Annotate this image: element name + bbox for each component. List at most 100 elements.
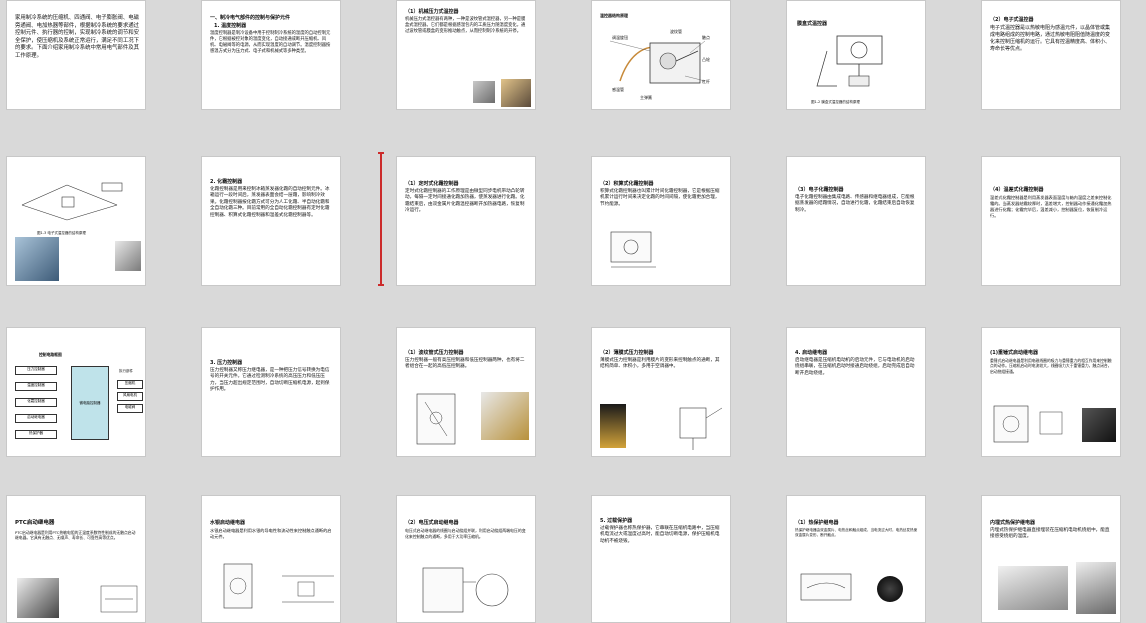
- slide-text: 压力控制器一般有高压控制器和低压控制器两种，也有将二者组合在一起的高低压控制器。: [405, 358, 525, 370]
- slide-thumbnail-20[interactable]: 水银启动继电器 水银启动继电器是利用水银的导电性和流动性来控制触点通断的启动元件…: [201, 495, 341, 623]
- slide-text: 启动继电器是压缩机电动机的启动元件，它与电动机的启动绕组串联，在压缩机启动时接通…: [795, 358, 915, 376]
- slide-thumbnail-15[interactable]: （1）波纹管式压力控制器 压力控制器一般有高压控制器和低压控制器两种，也有将二者…: [396, 327, 536, 457]
- slide-text: 电压式启动继电器的线圈与启动绕组并联，利用启动绕组两端电压的变化来控制触点的通断…: [405, 528, 526, 539]
- diagram-box: 压力控制器: [15, 366, 57, 375]
- slide-text: 过载保护器也称热保护器，它串联在压缩机电路中，当压缩机电流过大或温度过高时，能自…: [600, 526, 720, 544]
- diagram-box: 风扇电机: [117, 392, 143, 401]
- slide-text: 温度控制器是制冷设备中用于控制制冷系统的温度的自动控制元件，它根据被控对象的温度…: [210, 31, 331, 54]
- slide-title: （2）积算式化霜控制器: [600, 181, 654, 187]
- diagram-box: 温度控制器: [15, 382, 57, 391]
- slide-thumbnail-23[interactable]: （1）热保护继电器 热保护继电器由双金属片、电热丝和触点组成，当电流过大时，电热…: [786, 495, 926, 623]
- slide-thumbnail-1[interactable]: 家用制冷系统的压缩机、四通阀、电子膨胀阀、电磁旁通阀、电加热器等部件，根据制冷系…: [6, 0, 146, 110]
- slide-title: （2）薄膜式压力控制器: [600, 350, 654, 356]
- slide-title: 2. 化霜控制器: [210, 179, 243, 185]
- slide-text: 定时式化霜控制器的工作原理是由微型同步电机带动凸轮转动，每隔一定时间接通化霜加热…: [405, 189, 525, 214]
- slide-thumbnail-7[interactable]: 图1-3 电子式温控器的结构原理: [6, 156, 146, 286]
- slide-title: （4）温差式化霜控制器: [990, 187, 1044, 193]
- slide-title: 5. 过载保护器: [600, 518, 633, 524]
- slide-thumbnail-6[interactable]: （2）电子式温控器 电子式温控器是以热敏电阻为感温元件，以晶体管或集成电路组成的…: [981, 0, 1121, 110]
- slide-thumbnail-10[interactable]: （2）积算式化霜控制器 积算式化霜控制器也叫累计时间化霜控制器，它是根据压缩机累…: [591, 156, 731, 286]
- slide-thumbnail-11[interactable]: （3）电子化霜控制器 电子化霜控制器由集成电路、传感器和继电器组成，它能根据蒸发…: [786, 156, 926, 286]
- slide-text: PTC启动继电器是利用PTC热敏电阻的正温度系数特性制成的无触点启动继电器。它具…: [15, 530, 136, 541]
- slide-thumbnail-5[interactable]: 膜盒式温控器 图1-2 膜盒式温控器的结构原理: [786, 0, 926, 110]
- bellows-thermostat-diagram: [816, 35, 883, 87]
- relay-wiring-diagram: [282, 575, 334, 603]
- figure-caption: 图1-3 电子式温控器的结构原理: [37, 231, 86, 235]
- diagram-box: 启动继电器: [15, 414, 57, 423]
- slide-thumbnail-16[interactable]: （2）薄膜式压力控制器 薄膜式压力控制器是利用膜片的变形来控制触点的通断，其结构…: [591, 327, 731, 457]
- slide-title: PTC启动继电器: [15, 520, 55, 526]
- slide-text: 温差式化霜控制器是利用蒸发器表面温度与箱内温度之差来控制化霜的。当蒸发器结霜较厚…: [990, 195, 1112, 218]
- slide-title: 内埋式热保护继电器: [990, 520, 1036, 526]
- slide-title: （1）热保护继电器: [795, 520, 839, 526]
- slide-thumbnail-8[interactable]: 2. 化霜控制器 化霜控制器是用来控制冰箱蒸发器化霜的自动控制元件。冰箱运行一段…: [201, 156, 341, 286]
- diagram-box: 化霜控制器: [15, 398, 57, 407]
- slide-title: (1)重锤式启动继电器: [990, 350, 1039, 356]
- diagram-label: 感温管: [612, 86, 624, 92]
- electronic-thermostat-circuit: [21, 182, 123, 221]
- slide-thumbnail-17[interactable]: 4. 启动继电器 启动继电器是压缩机电动机的启动元件，它与电动机的启动绕组串联，…: [786, 327, 926, 457]
- mercury-relay-diagram: [223, 563, 253, 609]
- thermostat-photo: [501, 79, 531, 107]
- slide-title: 控制电路框图: [39, 352, 62, 357]
- slide-thumbnail-18[interactable]: (1)重锤式启动继电器 重锤式启动继电器是利用电磁线圈的吸力与重锤重力的相互作用…: [981, 327, 1121, 457]
- figure-caption: 图1-2 膜盒式温控器的结构原理: [811, 100, 860, 104]
- diagram-box: 压缩机: [117, 380, 143, 389]
- slide-thumbnail-21[interactable]: （2）电压式启动继电器 电压式启动继电器的线圈与启动绕组并联，利用启动绕组两端电…: [396, 495, 536, 623]
- ptc-circuit-diagram: [100, 585, 138, 613]
- diagram-label: 凸轮: [702, 56, 710, 62]
- slide-thumbnail-24[interactable]: 内埋式热保护继电器 内埋式热保护继电器直接埋装在压缩机电动机绕组中，能直接感受绕…: [981, 495, 1121, 623]
- diagram-label: 执行部件: [119, 369, 133, 373]
- slide-text: 重锤式启动继电器是利用电磁线圈的吸力与重锤重力的相互作用来控制触点的动作。压缩机…: [990, 358, 1112, 374]
- slide-text: 电子化霜控制器由集成电路、传感器和继电器组成，它能根据蒸发器的结霜情况，自动进行…: [795, 195, 915, 213]
- voltage-relay-diagram: [422, 567, 509, 613]
- pressure-switch-photo: [600, 404, 626, 448]
- slide-thumbnail-4[interactable]: 温控器结构原理 调温旋钮 波纹管 感温管 触点 主弹簧 凸轮 杠杆: [591, 0, 731, 110]
- embedded-protector-photo: [1076, 562, 1116, 614]
- slide-text: 机械压力式温控器有两种，一种是波纹管式温控器，另一种是膜盒式温控器。它们都是根据…: [405, 17, 526, 34]
- slide-thumbnail-3[interactable]: （1）机械压力式温控器 机械压力式温控器有两种，一种是波纹管式温控器，另一种是膜…: [396, 0, 536, 110]
- slide-title: （2）电子式温控器: [990, 17, 1034, 23]
- slide-thumbnail-2[interactable]: 一、制冷电气部件的控制与保护元件 1. 温度控制器 温度控制器是制冷设备中用于控…: [201, 0, 341, 110]
- thermal-protector-photo: [877, 576, 903, 602]
- slide-thumbnail-19[interactable]: PTC启动继电器 PTC启动继电器是利用PTC热敏电阻的正温度系数特性制成的无触…: [6, 495, 146, 623]
- slide-title: 3. 压力控制器: [210, 360, 243, 366]
- ptc-relay-photo: [17, 578, 59, 618]
- slide-title: （3）电子化霜控制器: [795, 187, 844, 193]
- slide-text: 家用制冷系统的压缩机、四通阀、电子膨胀阀、电磁旁通阀、电加热器等部件，根据制冷系…: [15, 15, 139, 59]
- slide-text: 薄膜式压力控制器是利用膜片的变形来控制触点的通断，其结构简单、体积小，多用于空调…: [600, 358, 720, 370]
- pressure-switch-photo: [481, 392, 529, 440]
- pressure-controller-diagram: [416, 393, 456, 445]
- diagram-box: 热保护器: [15, 430, 57, 439]
- slide-title: （1）波纹管式压力控制器: [405, 350, 464, 356]
- slide-thumbnail-22[interactable]: 5. 过载保护器 过载保护器也称热保护器，它串联在压缩机电路中，当压缩机电流过大…: [591, 495, 731, 623]
- diagram-label: 杠杆: [702, 78, 710, 84]
- diagram-box: 电磁阀: [117, 404, 143, 413]
- slide-text: 电子式温控器是以热敏电阻为感温元件，以晶体管或集成电路组成的控制电路，通过热敏电…: [990, 25, 1111, 52]
- slide-thumbnail-14[interactable]: 3. 压力控制器 压力控制器又称压力继电器，是一种把压力信号转换为电信号的开关元…: [201, 327, 341, 457]
- slide-title: （1）定时式化霜控制器: [405, 181, 459, 187]
- pressure-switch-diagram: [679, 407, 723, 450]
- controller-box: 微电脑控制器: [71, 366, 109, 440]
- slide-thumbnail-9[interactable]: （1）定时式化霜控制器 定时式化霜控制器的工作原理是由微型同步电机带动凸轮转动，…: [396, 156, 536, 286]
- slide-text: 内埋式热保护继电器直接埋装在压缩机电动机绕组中，能直接感受绕组的温度。: [990, 528, 1110, 540]
- relay-photo: [1082, 408, 1116, 442]
- slide-text: 热保护继电器由双金属片、电热丝和触点组成，当电流过大时，电热丝发热使双金属片变形…: [795, 528, 918, 537]
- slide-thumbnail-13[interactable]: 控制电路框图 压力控制器 温度控制器 化霜控制器 启动继电器 热保护器 微电脑控…: [6, 327, 146, 457]
- thermostat-diagram: 调温旋钮 波纹管 感温管 触点 主弹簧 凸轮 杠杆: [610, 28, 710, 100]
- slide-title: （2）电压式启动继电器: [405, 520, 459, 526]
- slide-subtitle: 1. 温度控制器: [214, 23, 247, 29]
- relay-diagram: [993, 405, 1063, 443]
- defrost-controller-diagram: [610, 231, 656, 268]
- diagram-label: 触点: [702, 34, 710, 40]
- slide-title: 温控器结构原理: [600, 13, 628, 18]
- thermal-protector-diagram: [800, 573, 852, 601]
- slide-title: （1）机械压力式温控器: [405, 9, 459, 15]
- slide-text: 压力控制器又称压力继电器，是一种把压力信号转换为电信号的开关元件。它通过检测制冷…: [210, 368, 330, 393]
- diagram-label: 调温旋钮: [612, 34, 628, 40]
- diagram-label: 波纹管: [670, 28, 682, 34]
- slide-title: 水银启动继电器: [210, 520, 246, 526]
- slide-text: 积算式化霜控制器也叫累计时间化霜控制器，它是根据压缩机累计运行时间来决定化霜的时…: [600, 189, 720, 207]
- slide-title: 膜盒式温控器: [797, 21, 828, 27]
- slide-thumbnail-12[interactable]: （4）温差式化霜控制器 温差式化霜控制器是利用蒸发器表面温度与箱内温度之差来控制…: [981, 156, 1121, 286]
